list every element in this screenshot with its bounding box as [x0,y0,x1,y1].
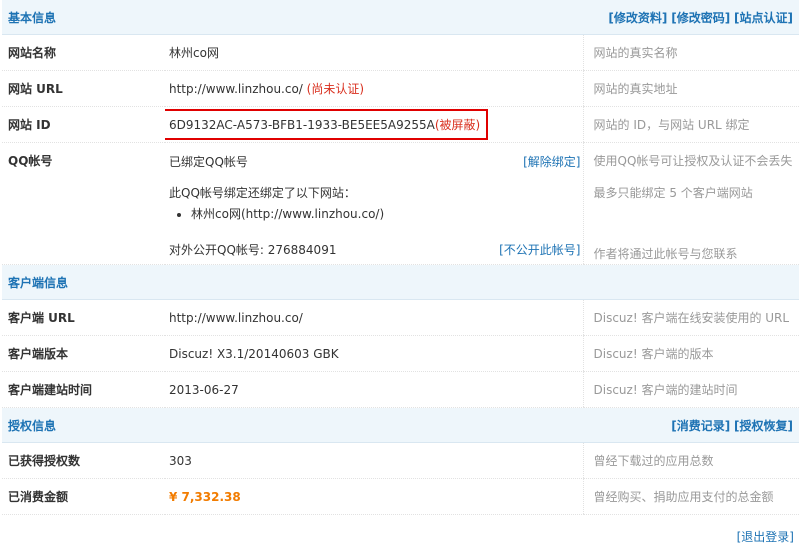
site-name-value: 林州co网 [165,34,583,71]
section-client-header: 客户端信息 [2,264,800,300]
list-item: 林州co网(http://www.linzhou.co/) [191,205,583,222]
site-id-highlight-box: 6D9132AC-A573-BFB1-1933-BE5EE5A9255A(被屏蔽… [165,109,489,140]
qq-bound-line: 已绑定QQ帐号 [解除绑定] [169,152,583,170]
row-site-id: 网站 ID 6D9132AC-A573-BFB1-1933-BE5EE5A925… [2,106,800,143]
row-amount-spent: 已消费金额 ¥ 7,332.38 曾经购买、捐助应用支付的总金额 [2,478,800,515]
qq-cell: 已绑定QQ帐号 [解除绑定] 此QQ帐号绑定还绑定了以下网站： 林州co网(ht… [165,142,583,265]
row-qq: QQ帐号 已绑定QQ帐号 [解除绑定] 此QQ帐号绑定还绑定了以下网站： 林州c… [2,142,800,265]
qq-desc-cell: 使用QQ帐号可让授权及认证不会丢失 最多只能绑定 5 个客户端网站 作者将通过此… [582,142,800,265]
site-url-status: (尚未认证) [306,82,365,96]
client-created-value: 2013-06-27 [165,371,583,408]
qq-label: QQ帐号 [2,142,165,265]
info-table: 基本信息 [修改资料] [修改密码] [站点认证] 网站名称 林州co网 网站的… [2,0,800,515]
client-created-desc: Discuz! 客户端的建站时间 [582,371,800,408]
qq-public-line: 对外公开QQ帐号: 276884091 [不公开此帐号] [169,240,583,258]
app-info-page: 基本信息 [修改资料] [修改密码] [站点认证] 网站名称 林州co网 网站的… [0,0,801,552]
client-version-desc: Discuz! 客户端的版本 [582,335,800,372]
site-url-cell: http://www.linzhou.co/ (尚未认证) [165,70,583,107]
edit-profile-link[interactable]: [修改资料] [608,11,667,25]
license-count-desc: 曾经下载过的应用总数 [582,442,800,479]
row-client-url: 客户端 URL http://www.linzhou.co/ Discuz! 客… [2,299,800,336]
site-id-label: 网站 ID [2,106,165,143]
client-url-label: 客户端 URL [2,299,165,336]
site-name-desc: 网站的真实名称 [582,34,800,71]
section-client-title: 客户端信息 [2,264,800,300]
client-created-label: 客户端建站时间 [2,371,165,408]
bound-site-list: 林州co网(http://www.linzhou.co/) [169,205,583,222]
change-password-link[interactable]: [修改密码] [671,11,730,25]
site-id-desc: 网站的 ID，与网站 URL 绑定 [582,106,800,143]
section-basic-title: 基本信息 [2,0,165,35]
row-site-url: 网站 URL http://www.linzhou.co/ (尚未认证) 网站的… [2,70,800,107]
unbind-link[interactable]: [解除绑定] [523,153,580,170]
section-license-title: 授权信息 [2,407,165,443]
site-name-label: 网站名称 [2,34,165,71]
client-version-value: Discuz! X3.1/20140603 GBK [165,335,583,372]
site-id-status: (被屏蔽) [434,118,481,132]
purchase-history-link[interactable]: [消费记录] [671,419,730,433]
hide-account-link[interactable]: [不公开此帐号] [499,241,580,258]
amount-spent-desc: 曾经购买、捐助应用支付的总金额 [582,478,800,515]
client-url-desc: Discuz! 客户端在线安装使用的 URL [582,299,800,336]
site-id-cell: 6D9132AC-A573-BFB1-1933-BE5EE5A9255A(被屏蔽… [165,106,583,143]
row-license-count: 已获得授权数 303 曾经下载过的应用总数 [2,442,800,479]
logout-link[interactable]: [退出登录] [737,530,794,544]
amount-spent-label: 已消费金额 [2,478,165,515]
site-url-desc: 网站的真实地址 [582,70,800,107]
license-links: [消费记录] [授权恢复] [165,407,800,443]
client-version-label: 客户端版本 [2,335,165,372]
license-restore-link[interactable]: [授权恢复] [734,419,793,433]
license-count-value: 303 [165,442,583,479]
amount-spent-value: ¥ 7,332.38 [165,478,583,515]
site-url-label: 网站 URL [2,70,165,107]
row-client-created: 客户端建站时间 2013-06-27 Discuz! 客户端的建站时间 [2,371,800,408]
qq-desc-3: 作者将通过此帐号与您联系 [593,247,738,261]
qq-desc-1: 使用QQ帐号可让授权及认证不会丢失 [593,154,793,168]
client-url-value: http://www.linzhou.co/ [165,299,583,336]
qq-public-text: 对外公开QQ帐号: 276884091 [169,242,337,257]
row-site-name: 网站名称 林州co网 网站的真实名称 [2,34,800,71]
basic-links: [修改资料] [修改密码] [站点认证] [165,0,800,35]
qq-also-bound: 此QQ帐号绑定还绑定了以下网站： [169,186,356,200]
site-id-value: 6D9132AC-A573-BFB1-1933-BE5EE5A9255A [169,118,435,132]
section-license-header: 授权信息 [消费记录] [授权恢复] [2,407,800,443]
footer: [退出登录] [737,528,794,545]
license-count-label: 已获得授权数 [2,442,165,479]
site-verify-link[interactable]: [站点认证] [734,11,793,25]
row-client-version: 客户端版本 Discuz! X3.1/20140603 GBK Discuz! … [2,335,800,372]
site-url-value: http://www.linzhou.co/ [169,82,303,96]
section-basic-header: 基本信息 [修改资料] [修改密码] [站点认证] [2,0,800,35]
qq-desc-2: 最多只能绑定 5 个客户端网站 [593,186,753,200]
qq-bound-text: 已绑定QQ帐号 [169,154,248,169]
